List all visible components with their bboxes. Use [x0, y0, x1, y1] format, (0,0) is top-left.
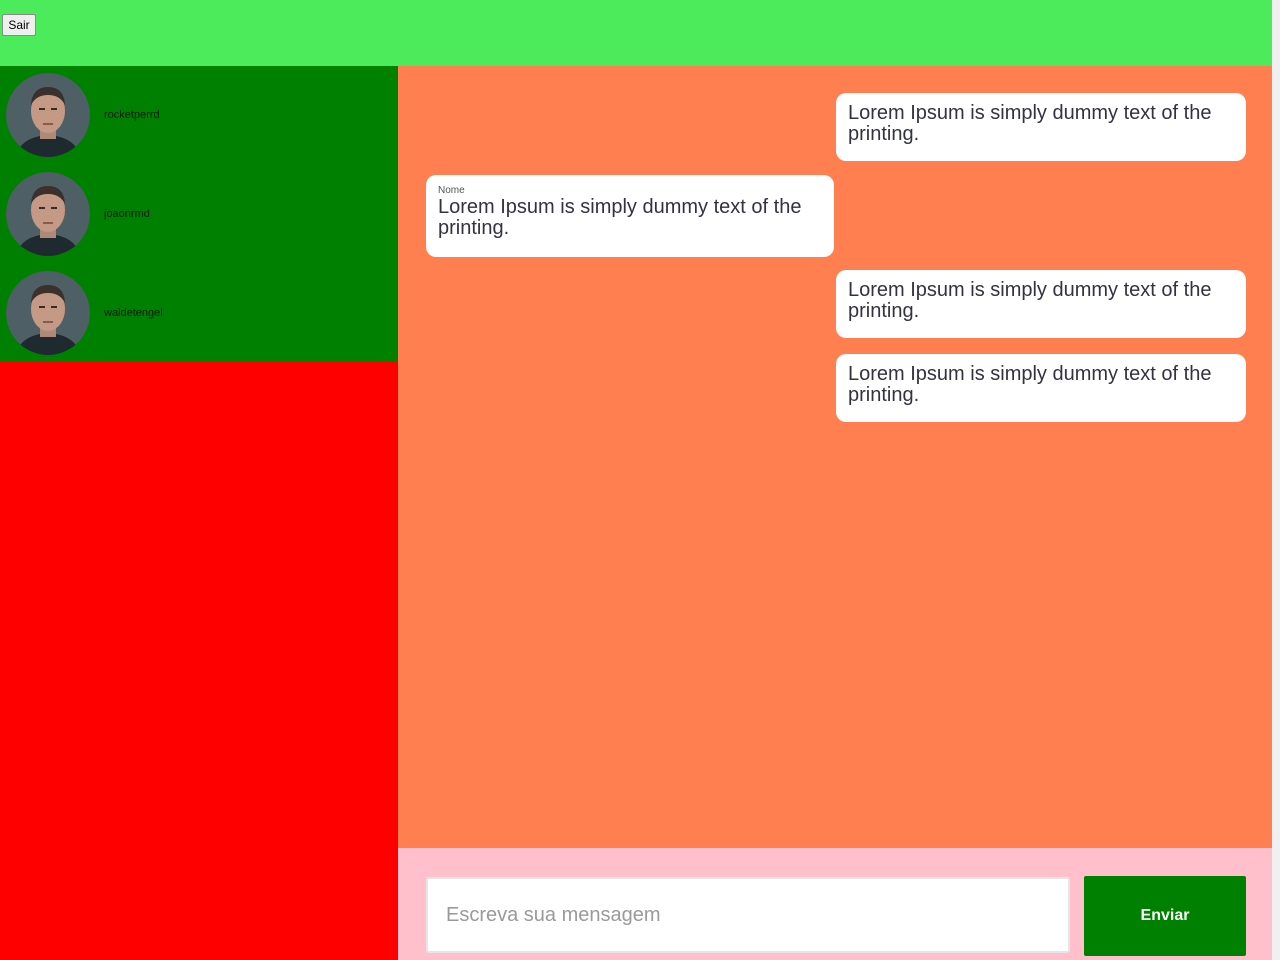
top-bar: Sair: [0, 0, 1280, 66]
chat-messages-area: Lorem Ipsum is simply dummy text of the …: [398, 66, 1272, 848]
avatar: [6, 172, 90, 256]
window-edge: [1272, 0, 1280, 960]
message-text: Lorem Ipsum is simply dummy text of the …: [848, 363, 1212, 406]
message-input[interactable]: [426, 877, 1070, 953]
message-sender: Nome: [438, 185, 465, 196]
outgoing-message-bubble: Lorem Ipsum is simply dummy text of the …: [836, 93, 1246, 161]
contact-name: waldetengel: [104, 307, 163, 319]
contact-item[interactable]: waldetengel: [0, 264, 398, 362]
outgoing-message-bubble: Lorem Ipsum is simply dummy text of the …: [836, 354, 1246, 422]
message-text: Lorem Ipsum is simply dummy text of the …: [438, 196, 802, 239]
contact-item[interactable]: rocketperrd: [0, 66, 398, 164]
message-text: Lorem Ipsum is simply dummy text of the …: [848, 279, 1212, 322]
avatar: [6, 271, 90, 355]
message-text: Lorem Ipsum is simply dummy text of the …: [848, 102, 1212, 145]
logout-button[interactable]: Sair: [2, 14, 36, 36]
contact-name: rocketperrd: [104, 109, 160, 121]
send-button[interactable]: Enviar: [1084, 876, 1246, 956]
message-composer: Enviar: [398, 848, 1272, 960]
contact-item[interactable]: joaonrmd: [0, 165, 398, 263]
contact-name: joaonrmd: [104, 208, 150, 220]
incoming-message-bubble: Nome Lorem Ipsum is simply dummy text of…: [426, 175, 834, 257]
sidebar: rocketperrd joaonrmd waldetengel: [0, 66, 398, 960]
outgoing-message-bubble: Lorem Ipsum is simply dummy text of the …: [836, 270, 1246, 338]
avatar: [6, 73, 90, 157]
contact-list: rocketperrd joaonrmd waldetengel: [0, 66, 398, 361]
